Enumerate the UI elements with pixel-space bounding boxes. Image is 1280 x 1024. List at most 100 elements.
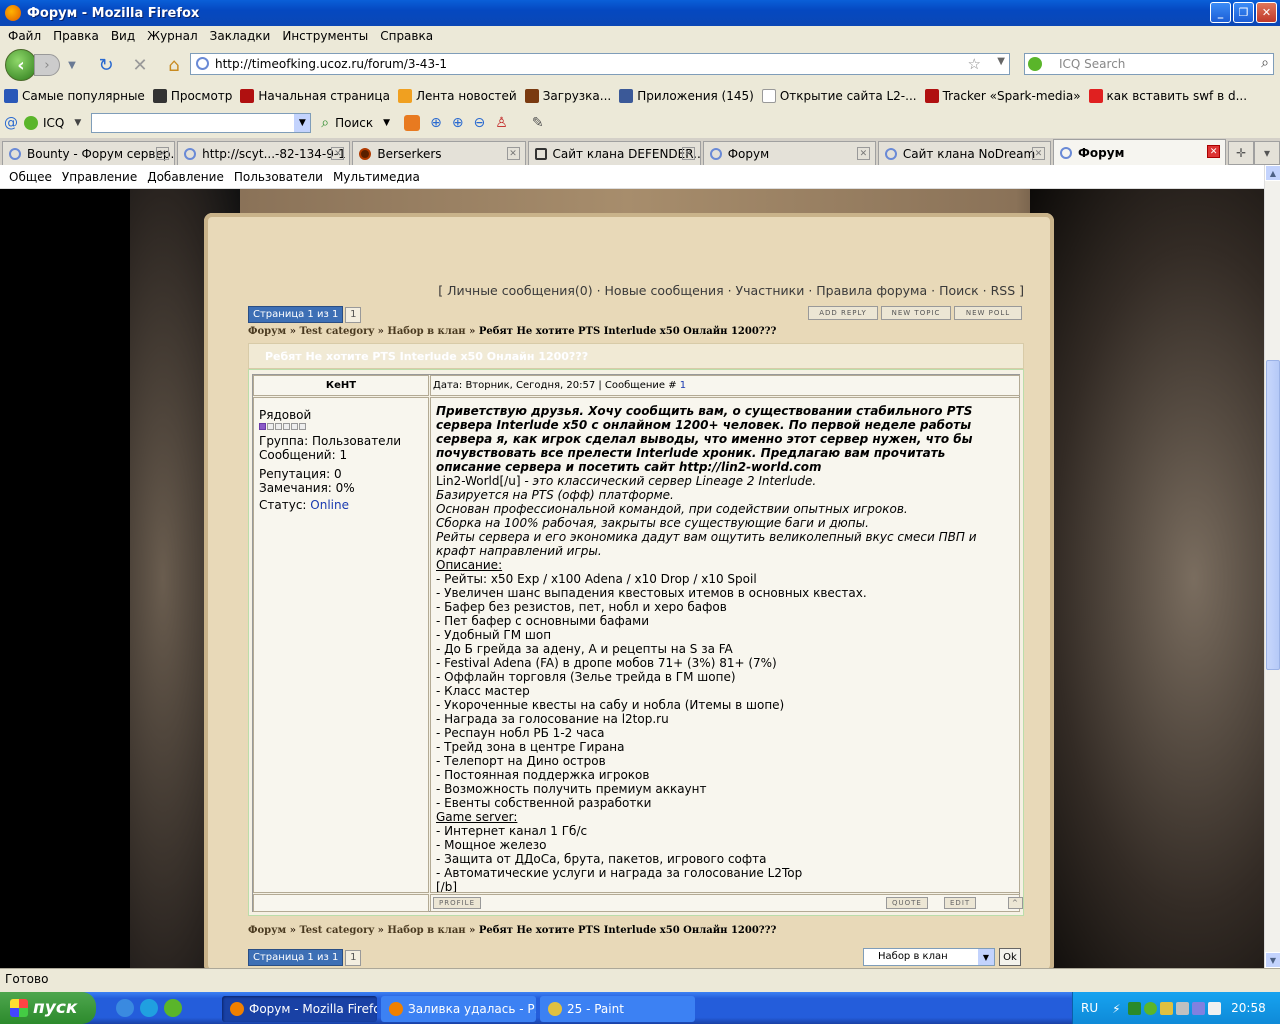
volume-icon[interactable]	[1208, 1001, 1222, 1015]
close-tab-icon[interactable]: ✕	[1207, 145, 1221, 158]
clear-icon[interactable]: ✎	[532, 115, 544, 131]
bookmark-item[interactable]: Самые популярные	[4, 89, 145, 103]
post-author[interactable]: КеНТ	[253, 375, 429, 396]
page-link[interactable]: 1	[345, 949, 362, 966]
at-icon[interactable]: @	[4, 115, 18, 131]
tab-forum[interactable]: Форум ✕	[702, 141, 876, 165]
icq-dropdown-icon[interactable]: ▼	[74, 118, 81, 128]
message-number-link[interactable]: 1	[680, 380, 686, 391]
crumb-category[interactable]: Test category	[299, 925, 374, 936]
bookmark-item[interactable]: Начальная страница	[240, 89, 390, 103]
toolbar-icon[interactable]	[404, 115, 421, 131]
zoom-icon[interactable]: ⊕	[452, 115, 464, 131]
task-firefox-2[interactable]: Заливка удалась - Р...	[381, 996, 536, 1022]
task-firefox[interactable]: Форум - Mozilla Firefox	[222, 996, 377, 1022]
tab-nodream[interactable]: Сайт клана NoDream ✕	[877, 141, 1052, 165]
icq-flower-icon[interactable]	[24, 116, 38, 130]
tray-icon[interactable]	[1128, 1001, 1142, 1015]
site-menu-add[interactable]: Добавление	[147, 170, 224, 184]
search-icon[interactable]: ⌕	[1261, 55, 1269, 71]
quote-button[interactable]: quote	[886, 897, 928, 909]
nav-members[interactable]: Участники	[736, 283, 805, 298]
bookmark-item[interactable]: Открытие сайта L2-...	[761, 89, 917, 103]
page-scrollbar[interactable]: ▲ ▼	[1264, 165, 1280, 968]
icq-search-label[interactable]: Поиск	[335, 116, 373, 130]
close-tab-icon[interactable]: ✕	[681, 147, 695, 160]
tab-list-icon[interactable]: ▾	[1254, 141, 1280, 165]
crumb-section[interactable]: Набор в клан	[387, 925, 465, 936]
tab-forum-active[interactable]: Форум ✕	[1053, 139, 1227, 165]
close-button[interactable]: ✕	[1256, 2, 1277, 23]
site-menu-general[interactable]: Общее	[9, 170, 52, 184]
scroll-down-arrow-icon[interactable]: ▼	[1265, 952, 1280, 968]
user-icon[interactable]: ♙	[495, 115, 508, 131]
chevron-down-icon[interactable]: ▼	[294, 114, 311, 132]
site-menu-media[interactable]: Мультимедиа	[333, 170, 420, 184]
nav-search[interactable]: Поиск	[939, 283, 979, 298]
nav-private-messages[interactable]: Личные сообщения(0)	[447, 283, 592, 298]
forum-jump-select[interactable]: Набор в клан ▼	[863, 948, 995, 966]
menu-history[interactable]: Журнал	[141, 29, 204, 43]
history-dropdown-icon[interactable]: ▼	[60, 53, 84, 77]
nav-rules[interactable]: Правила форума	[816, 283, 927, 298]
menu-view[interactable]: Вид	[105, 29, 141, 43]
crumb-section[interactable]: Набор в клан	[387, 326, 465, 337]
tray-icon[interactable]	[1176, 1001, 1190, 1015]
search-box[interactable]: ICQ Search ⌕	[1024, 53, 1274, 75]
minimize-button[interactable]: _	[1210, 2, 1231, 23]
icq-label[interactable]: ICQ	[43, 116, 64, 130]
task-paint[interactable]: 25 - Paint	[540, 996, 695, 1022]
nav-new-messages[interactable]: Новые сообщения	[605, 283, 724, 298]
close-tab-icon[interactable]: ✕	[331, 147, 345, 160]
search-engine-icon[interactable]	[1028, 57, 1042, 71]
close-tab-icon[interactable]: ✕	[506, 147, 520, 160]
tab-scyt[interactable]: http://scyt...-82-134-9-1 ✕	[177, 141, 351, 165]
tab-defender[interactable]: Сайт клана DEFENDER... ✕	[527, 141, 701, 165]
scroll-up-button[interactable]: ^	[1008, 897, 1023, 909]
edit-button[interactable]: edit	[944, 897, 977, 909]
menu-help[interactable]: Справка	[374, 29, 439, 43]
close-tab-icon[interactable]: ✕	[856, 147, 870, 160]
icq-search-dropdown-icon[interactable]: ▼	[383, 118, 390, 128]
bookmark-item[interactable]: Tracker «Spark-media»	[924, 89, 1081, 103]
new-poll-button[interactable]: new poll	[954, 306, 1022, 320]
chevron-down-icon[interactable]: ▼	[978, 949, 994, 965]
add-reply-button[interactable]: add reply	[808, 306, 878, 320]
icq-search-combo[interactable]: ▼	[91, 113, 312, 133]
menu-file[interactable]: Файл	[2, 29, 47, 43]
search-icon[interactable]: ⌕	[321, 115, 329, 131]
bookmark-item[interactable]: Приложения (145)	[619, 89, 754, 103]
site-menu-manage[interactable]: Управление	[62, 170, 137, 184]
crumb-forum[interactable]: Форум	[248, 326, 286, 337]
scroll-up-arrow-icon[interactable]: ▲	[1265, 165, 1280, 181]
bookmark-item[interactable]: Лента новостей	[397, 89, 517, 103]
new-topic-button[interactable]: new topic	[881, 306, 951, 320]
reload-icon[interactable]: ↻	[94, 53, 118, 77]
site-identity-icon[interactable]	[196, 57, 209, 70]
zoom-out-icon[interactable]: ⊖	[474, 115, 486, 131]
zoom-in-icon[interactable]: ⊕	[430, 115, 442, 131]
skype-icon[interactable]	[140, 999, 158, 1017]
close-tab-icon[interactable]: ✕	[1032, 147, 1046, 160]
nav-rss[interactable]: RSS	[991, 283, 1016, 298]
maximize-button[interactable]: ❐	[1233, 2, 1254, 23]
home-icon[interactable]: ⌂	[162, 53, 186, 77]
new-tab-icon[interactable]: ✛	[1228, 141, 1255, 165]
crumb-category[interactable]: Test category	[299, 326, 374, 337]
tray-icon[interactable]: ⚡	[1112, 1002, 1125, 1016]
tray-icon[interactable]	[1192, 1001, 1206, 1015]
stop-icon[interactable]: ✕	[128, 53, 152, 77]
bookmark-star-icon[interactable]: ☆	[968, 55, 981, 73]
language-indicator[interactable]: RU	[1081, 1001, 1098, 1015]
jump-ok-button[interactable]: Ok	[999, 948, 1021, 966]
forward-button[interactable]: ›	[34, 54, 60, 76]
url-bar[interactable]: http://timeofking.ucoz.ru/forum/3-43-1 ☆…	[190, 53, 1010, 75]
scroll-thumb[interactable]	[1266, 360, 1280, 670]
url-dropdown-icon[interactable]: ▼	[997, 56, 1005, 67]
crumb-forum[interactable]: Форум	[248, 925, 286, 936]
icq-tray-icon[interactable]	[1144, 1001, 1158, 1015]
tab-berserkers[interactable]: Berserkers ✕	[352, 141, 526, 165]
tab-bounty[interactable]: Bounty - Форум сервер... ✕	[2, 141, 176, 165]
icq-icon[interactable]	[164, 999, 182, 1017]
page-link[interactable]: 1	[345, 306, 362, 323]
